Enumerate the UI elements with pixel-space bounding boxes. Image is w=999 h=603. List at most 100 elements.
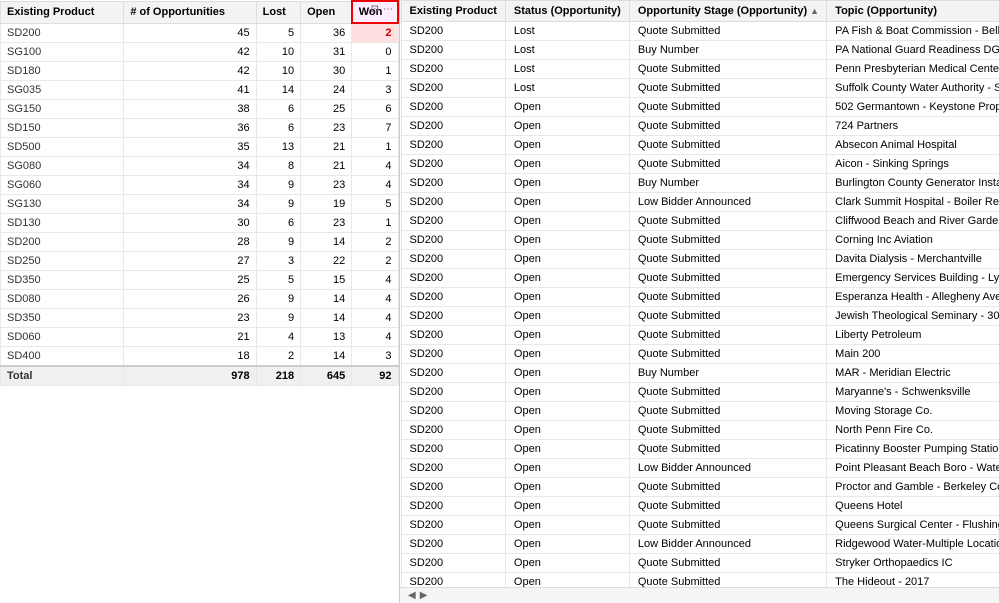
cell-opps: 34 [124, 195, 256, 214]
right-cell-topic: North Penn Fire Co. [827, 421, 999, 440]
cell-opps: 34 [124, 157, 256, 176]
left-table-row: SG080 34 8 21 4 [1, 157, 399, 176]
right-cell-status: Open [505, 516, 629, 535]
right-cell-topic: Jewish Theological Seminary - 3080 Broad… [827, 307, 999, 326]
right-cell-status: Open [505, 478, 629, 497]
nav-left[interactable]: ◀ [408, 590, 416, 601]
cell-opps: 27 [124, 252, 256, 271]
cell-won: 2 [352, 23, 398, 43]
col-header-product[interactable]: Existing Product [1, 1, 124, 23]
cell-product: SD200 [1, 23, 124, 43]
right-cell-product: SD200 [401, 573, 505, 588]
right-cell-stage: Low Bidder Announced [629, 535, 826, 554]
right-cell-topic: Cliffwood Beach and River Gardens WWPS [827, 212, 999, 231]
right-cell-stage: Quote Submitted [629, 98, 826, 117]
right-cell-status: Open [505, 117, 629, 136]
right-cell-status: Open [505, 345, 629, 364]
right-cell-topic: Proctor and Gamble - Berkeley County, WV [827, 478, 999, 497]
right-cell-topic: Suffolk County Water Authority - SCWA - … [827, 79, 999, 98]
right-cell-topic: Moving Storage Co. [827, 402, 999, 421]
right-col-product[interactable]: Existing Product [401, 1, 505, 22]
right-col-stage[interactable]: Opportunity Stage (Opportunity) ▲ [629, 1, 826, 22]
right-cell-stage: Quote Submitted [629, 250, 826, 269]
right-cell-stage: Quote Submitted [629, 421, 826, 440]
left-panel: ⊡ ⋯ Existing Product # of Opportunities … [0, 0, 400, 603]
right-col-topic[interactable]: Topic (Opportunity) [827, 1, 999, 22]
right-cell-product: SD200 [401, 231, 505, 250]
more-icon[interactable]: ⋯ [383, 4, 393, 15]
right-cell-product: SD200 [401, 516, 505, 535]
cell-opps: 23 [124, 309, 256, 328]
right-cell-product: SD200 [401, 60, 505, 79]
cell-lost: 13 [256, 138, 301, 157]
right-cell-product: SD200 [401, 41, 505, 60]
right-cell-stage: Buy Number [629, 41, 826, 60]
right-cell-stage: Low Bidder Announced [629, 193, 826, 212]
left-table-row: SD350 25 5 15 4 [1, 271, 399, 290]
cell-lost: 6 [256, 214, 301, 233]
cell-lost: 9 [256, 195, 301, 214]
right-cell-topic: Queens Hotel [827, 497, 999, 516]
right-cell-stage: Quote Submitted [629, 402, 826, 421]
right-cell-product: SD200 [401, 440, 505, 459]
right-table-row: SD200 Open Quote Submitted Aicon - Sinki… [401, 155, 999, 174]
cell-product: SG150 [1, 100, 124, 119]
left-table-row: SD250 27 3 22 2 [1, 252, 399, 271]
total-open: 645 [301, 366, 352, 386]
right-cell-topic: Emergency Services Building - Lyons, NJ [827, 269, 999, 288]
right-table-row: SD200 Open Quote Submitted Jewish Theolo… [401, 307, 999, 326]
cell-open: 23 [301, 214, 352, 233]
cell-won: 7 [352, 119, 398, 138]
cell-won: 4 [352, 328, 398, 347]
left-total-row: Total 978 218 645 92 [1, 366, 399, 386]
cell-product: SG080 [1, 157, 124, 176]
col-header-open[interactable]: Open [301, 1, 352, 23]
expand-icon[interactable]: ⊡ [371, 4, 379, 15]
right-cell-product: SD200 [401, 22, 505, 41]
cell-product: SD500 [1, 138, 124, 157]
right-table-row: SD200 Lost Quote Submitted Suffolk Count… [401, 79, 999, 98]
col-header-lost[interactable]: Lost [256, 1, 301, 23]
cell-won: 2 [352, 233, 398, 252]
right-cell-product: SD200 [401, 250, 505, 269]
cell-won: 4 [352, 176, 398, 195]
cell-won: 4 [352, 290, 398, 309]
right-cell-product: SD200 [401, 98, 505, 117]
left-table-row: SG130 34 9 19 5 [1, 195, 399, 214]
right-cell-stage: Quote Submitted [629, 79, 826, 98]
right-table-row: SD200 Open Quote Submitted Liberty Petro… [401, 326, 999, 345]
cell-won: 4 [352, 309, 398, 328]
right-cell-status: Open [505, 193, 629, 212]
cell-lost: 10 [256, 62, 301, 81]
right-table-row: SD200 Open Low Bidder Announced Ridgewoo… [401, 535, 999, 554]
right-cell-product: SD200 [401, 345, 505, 364]
right-cell-topic: Penn Presbyterian Medical Center [827, 60, 999, 79]
cell-product: SG035 [1, 81, 124, 100]
cell-lost: 9 [256, 290, 301, 309]
right-cell-product: SD200 [401, 535, 505, 554]
right-cell-topic: Burlington County Generator Installation… [827, 174, 999, 193]
cell-lost: 9 [256, 233, 301, 252]
left-table-wrapper: Existing Product # of Opportunities Lost… [0, 0, 399, 603]
cell-won: 1 [352, 138, 398, 157]
total-lost: 218 [256, 366, 301, 386]
right-cell-stage: Quote Submitted [629, 478, 826, 497]
right-table-row: SD200 Open Quote Submitted Absecon Anima… [401, 136, 999, 155]
right-cell-status: Lost [505, 79, 629, 98]
cell-open: 22 [301, 252, 352, 271]
cell-open: 30 [301, 62, 352, 81]
right-cell-topic: Aicon - Sinking Springs [827, 155, 999, 174]
right-cell-product: SD200 [401, 364, 505, 383]
right-cell-topic: Davita Dialysis - Merchantville [827, 250, 999, 269]
cell-won: 5 [352, 195, 398, 214]
right-table-row: SD200 Open Buy Number MAR - Meridian Ele… [401, 364, 999, 383]
col-header-opps[interactable]: # of Opportunities [124, 1, 256, 23]
nav-right[interactable]: ▶ [420, 590, 428, 601]
right-table-row: SD200 Open Quote Submitted Queens Hotel [401, 497, 999, 516]
right-cell-product: SD200 [401, 269, 505, 288]
cell-open: 15 [301, 271, 352, 290]
right-cell-stage: Quote Submitted [629, 497, 826, 516]
cell-open: 36 [301, 23, 352, 43]
right-cell-topic: PA National Guard Readiness DGS961-12-W.… [827, 41, 999, 60]
right-col-status[interactable]: Status (Opportunity) [505, 1, 629, 22]
